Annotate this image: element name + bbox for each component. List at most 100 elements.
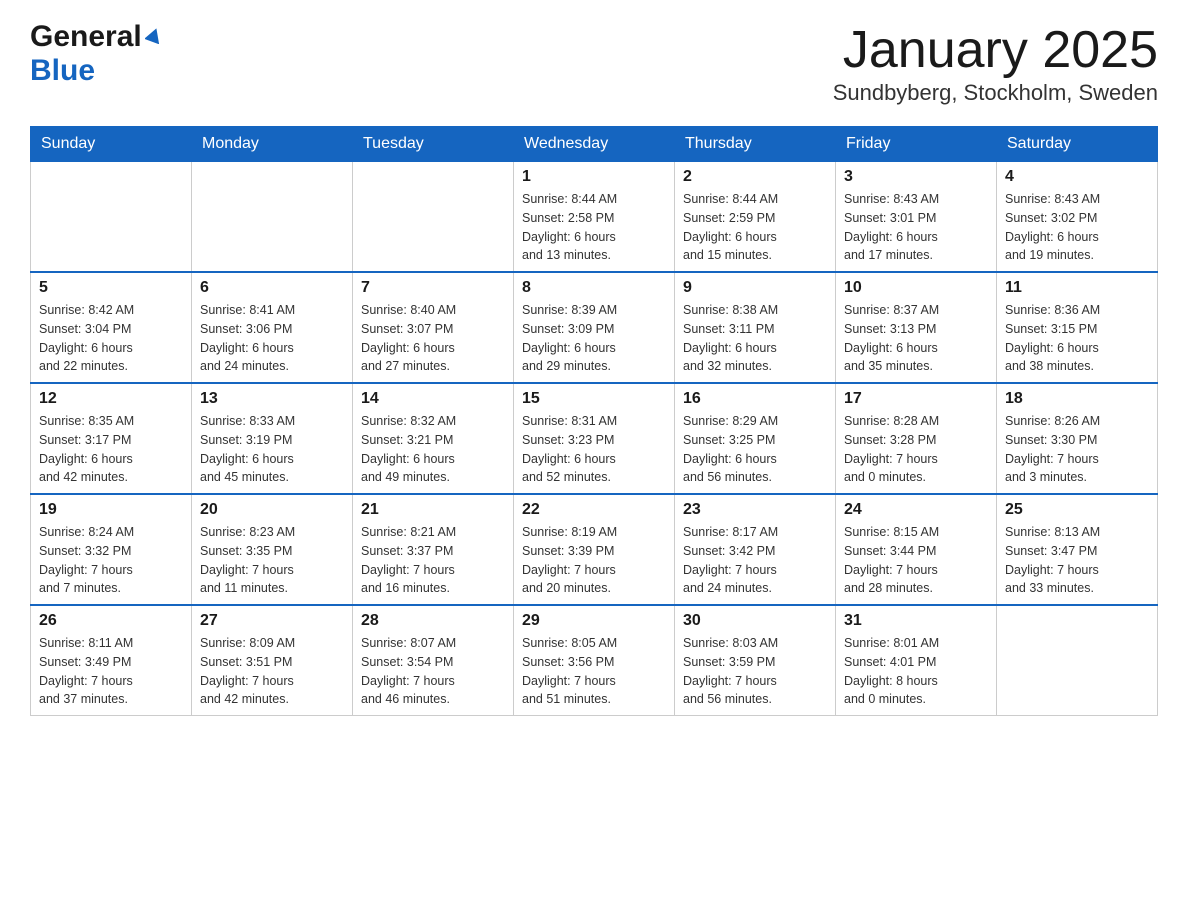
page-header: General Blue January 2025 Sundbyberg, St… bbox=[30, 20, 1158, 106]
day-number: 17 bbox=[844, 390, 988, 408]
day-number: 10 bbox=[844, 279, 988, 297]
day-info: Sunrise: 8:41 AM Sunset: 3:06 PM Dayligh… bbox=[200, 301, 344, 376]
day-info: Sunrise: 8:03 AM Sunset: 3:59 PM Dayligh… bbox=[683, 634, 827, 709]
title-section: January 2025 Sundbyberg, Stockholm, Swed… bbox=[833, 20, 1158, 106]
table-row bbox=[31, 162, 192, 273]
day-info: Sunrise: 8:36 AM Sunset: 3:15 PM Dayligh… bbox=[1005, 301, 1149, 376]
day-number: 28 bbox=[361, 612, 505, 630]
day-info: Sunrise: 8:43 AM Sunset: 3:01 PM Dayligh… bbox=[844, 190, 988, 265]
day-info: Sunrise: 8:11 AM Sunset: 3:49 PM Dayligh… bbox=[39, 634, 183, 709]
table-row: 20 Sunrise: 8:23 AM Sunset: 3:35 PM Dayli… bbox=[192, 494, 353, 605]
day-info: Sunrise: 8:44 AM Sunset: 2:58 PM Dayligh… bbox=[522, 190, 666, 265]
day-number: 16 bbox=[683, 390, 827, 408]
table-row: 1 Sunrise: 8:44 AM Sunset: 2:58 PM Daylig… bbox=[514, 162, 675, 273]
month-title: January 2025 bbox=[833, 20, 1158, 80]
col-monday: Monday bbox=[192, 127, 353, 162]
day-number: 3 bbox=[844, 168, 988, 186]
day-number: 25 bbox=[1005, 501, 1149, 519]
table-row: 13 Sunrise: 8:33 AM Sunset: 3:19 PM Dayli… bbox=[192, 383, 353, 494]
day-info: Sunrise: 8:37 AM Sunset: 3:13 PM Dayligh… bbox=[844, 301, 988, 376]
day-info: Sunrise: 8:26 AM Sunset: 3:30 PM Dayligh… bbox=[1005, 412, 1149, 487]
day-info: Sunrise: 8:29 AM Sunset: 3:25 PM Dayligh… bbox=[683, 412, 827, 487]
calendar-table: Sunday Monday Tuesday Wednesday Thursday… bbox=[30, 126, 1158, 716]
table-row: 31 Sunrise: 8:01 AM Sunset: 4:01 PM Dayli… bbox=[836, 605, 997, 716]
day-info: Sunrise: 8:07 AM Sunset: 3:54 PM Dayligh… bbox=[361, 634, 505, 709]
day-info: Sunrise: 8:43 AM Sunset: 3:02 PM Dayligh… bbox=[1005, 190, 1149, 265]
day-number: 20 bbox=[200, 501, 344, 519]
day-number: 5 bbox=[39, 279, 183, 297]
day-number: 24 bbox=[844, 501, 988, 519]
day-number: 7 bbox=[361, 279, 505, 297]
day-info: Sunrise: 8:17 AM Sunset: 3:42 PM Dayligh… bbox=[683, 523, 827, 598]
logo-triangle-icon bbox=[145, 26, 163, 49]
table-row: 11 Sunrise: 8:36 AM Sunset: 3:15 PM Dayli… bbox=[997, 272, 1158, 383]
day-number: 13 bbox=[200, 390, 344, 408]
day-info: Sunrise: 8:21 AM Sunset: 3:37 PM Dayligh… bbox=[361, 523, 505, 598]
table-row: 17Sunrise: 8:28 AM Sunset: 3:28 PM Dayli… bbox=[836, 383, 997, 494]
day-number: 21 bbox=[361, 501, 505, 519]
table-row: 2Sunrise: 8:44 AM Sunset: 2:59 PM Daylig… bbox=[675, 162, 836, 273]
day-number: 15 bbox=[522, 390, 666, 408]
day-number: 8 bbox=[522, 279, 666, 297]
table-row: 22Sunrise: 8:19 AM Sunset: 3:39 PM Dayli… bbox=[514, 494, 675, 605]
day-info: Sunrise: 8:38 AM Sunset: 3:11 PM Dayligh… bbox=[683, 301, 827, 376]
calendar-week-row: 19 Sunrise: 8:24 AM Sunset: 3:32 PM Dayli… bbox=[31, 494, 1158, 605]
calendar-week-row: 12Sunrise: 8:35 AM Sunset: 3:17 PM Dayli… bbox=[31, 383, 1158, 494]
table-row bbox=[997, 605, 1158, 716]
day-info: Sunrise: 8:09 AM Sunset: 3:51 PM Dayligh… bbox=[200, 634, 344, 709]
day-number: 26 bbox=[39, 612, 183, 630]
day-number: 31 bbox=[844, 612, 988, 630]
table-row: 7 Sunrise: 8:40 AM Sunset: 3:07 PM Daylig… bbox=[353, 272, 514, 383]
table-row: 10 Sunrise: 8:37 AM Sunset: 3:13 PM Dayli… bbox=[836, 272, 997, 383]
location: Sundbyberg, Stockholm, Sweden bbox=[833, 80, 1158, 106]
day-info: Sunrise: 8:33 AM Sunset: 3:19 PM Dayligh… bbox=[200, 412, 344, 487]
day-number: 1 bbox=[522, 168, 666, 186]
calendar-header-row: Sunday Monday Tuesday Wednesday Thursday… bbox=[31, 127, 1158, 162]
table-row: 18 Sunrise: 8:26 AM Sunset: 3:30 PM Dayli… bbox=[997, 383, 1158, 494]
table-row: 19 Sunrise: 8:24 AM Sunset: 3:32 PM Dayli… bbox=[31, 494, 192, 605]
table-row: 9 Sunrise: 8:38 AM Sunset: 3:11 PM Daylig… bbox=[675, 272, 836, 383]
day-number: 27 bbox=[200, 612, 344, 630]
day-info: Sunrise: 8:15 AM Sunset: 3:44 PM Dayligh… bbox=[844, 523, 988, 598]
day-info: Sunrise: 8:32 AM Sunset: 3:21 PM Dayligh… bbox=[361, 412, 505, 487]
day-number: 30 bbox=[683, 612, 827, 630]
day-info: Sunrise: 8:24 AM Sunset: 3:32 PM Dayligh… bbox=[39, 523, 183, 598]
logo: General Blue bbox=[30, 20, 163, 88]
day-number: 2 bbox=[683, 168, 827, 186]
table-row: 28 Sunrise: 8:07 AM Sunset: 3:54 PM Dayli… bbox=[353, 605, 514, 716]
col-tuesday: Tuesday bbox=[353, 127, 514, 162]
table-row: 30 Sunrise: 8:03 AM Sunset: 3:59 PM Dayli… bbox=[675, 605, 836, 716]
table-row bbox=[192, 162, 353, 273]
logo-blue-text: Blue bbox=[30, 54, 95, 88]
day-info: Sunrise: 8:39 AM Sunset: 3:09 PM Dayligh… bbox=[522, 301, 666, 376]
day-info: Sunrise: 8:05 AM Sunset: 3:56 PM Dayligh… bbox=[522, 634, 666, 709]
table-row: 23Sunrise: 8:17 AM Sunset: 3:42 PM Dayli… bbox=[675, 494, 836, 605]
day-number: 18 bbox=[1005, 390, 1149, 408]
table-row: 5Sunrise: 8:42 AM Sunset: 3:04 PM Daylig… bbox=[31, 272, 192, 383]
day-info: Sunrise: 8:23 AM Sunset: 3:35 PM Dayligh… bbox=[200, 523, 344, 598]
col-friday: Friday bbox=[836, 127, 997, 162]
calendar-week-row: 5Sunrise: 8:42 AM Sunset: 3:04 PM Daylig… bbox=[31, 272, 1158, 383]
day-info: Sunrise: 8:01 AM Sunset: 4:01 PM Dayligh… bbox=[844, 634, 988, 709]
table-row: 25Sunrise: 8:13 AM Sunset: 3:47 PM Dayli… bbox=[997, 494, 1158, 605]
day-number: 9 bbox=[683, 279, 827, 297]
table-row: 26 Sunrise: 8:11 AM Sunset: 3:49 PM Dayli… bbox=[31, 605, 192, 716]
table-row: 3 Sunrise: 8:43 AM Sunset: 3:01 PM Daylig… bbox=[836, 162, 997, 273]
col-wednesday: Wednesday bbox=[514, 127, 675, 162]
table-row: 14Sunrise: 8:32 AM Sunset: 3:21 PM Dayli… bbox=[353, 383, 514, 494]
day-number: 19 bbox=[39, 501, 183, 519]
logo-general-text: General bbox=[30, 20, 142, 54]
day-info: Sunrise: 8:35 AM Sunset: 3:17 PM Dayligh… bbox=[39, 412, 183, 487]
col-saturday: Saturday bbox=[997, 127, 1158, 162]
day-number: 11 bbox=[1005, 279, 1149, 297]
table-row: 21 Sunrise: 8:21 AM Sunset: 3:37 PM Dayli… bbox=[353, 494, 514, 605]
day-number: 29 bbox=[522, 612, 666, 630]
col-sunday: Sunday bbox=[31, 127, 192, 162]
table-row bbox=[353, 162, 514, 273]
table-row: 15Sunrise: 8:31 AM Sunset: 3:23 PM Dayli… bbox=[514, 383, 675, 494]
table-row: 8 Sunrise: 8:39 AM Sunset: 3:09 PM Daylig… bbox=[514, 272, 675, 383]
day-info: Sunrise: 8:40 AM Sunset: 3:07 PM Dayligh… bbox=[361, 301, 505, 376]
table-row: 12Sunrise: 8:35 AM Sunset: 3:17 PM Dayli… bbox=[31, 383, 192, 494]
table-row: 6Sunrise: 8:41 AM Sunset: 3:06 PM Daylig… bbox=[192, 272, 353, 383]
table-row: 24 Sunrise: 8:15 AM Sunset: 3:44 PM Dayli… bbox=[836, 494, 997, 605]
